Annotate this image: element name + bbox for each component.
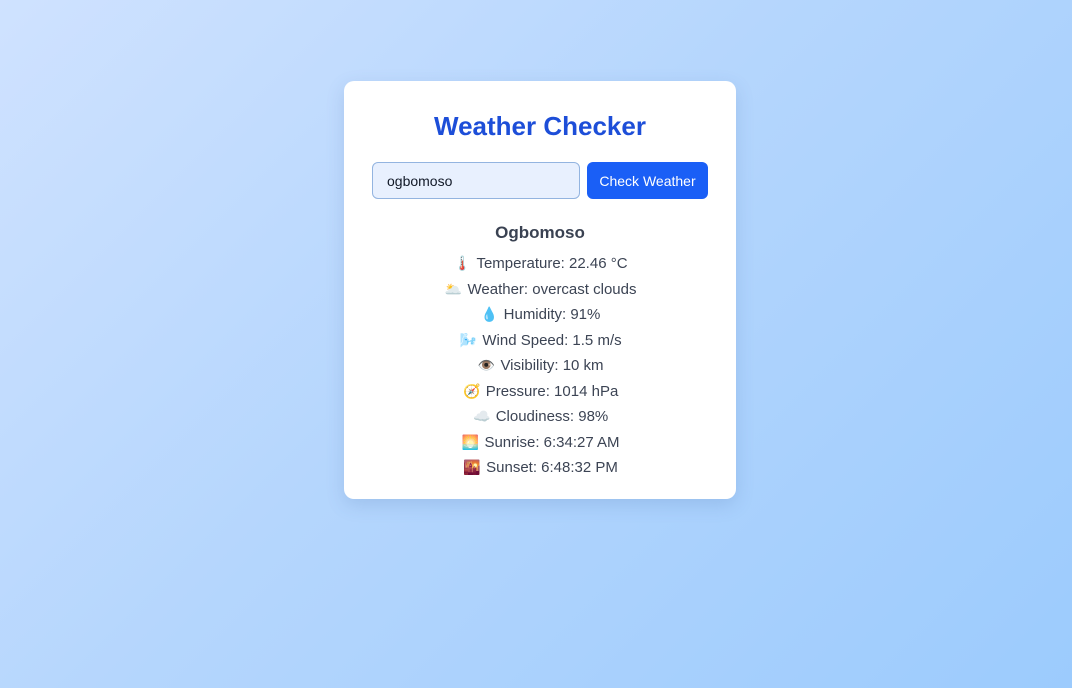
- wind-icon: 🌬️: [459, 331, 478, 348]
- cloud-sun-icon: 🌥️: [444, 280, 463, 297]
- detail-text: Pressure: 1014 hPa: [485, 382, 619, 400]
- detail-text: Visibility: 10 km: [500, 357, 604, 374]
- weather-card: Weather Checker Check Weather Ogbomoso 🌡…: [344, 81, 736, 499]
- sunrise-detail: 🌅 Sunrise: 6:34:27 AM: [372, 430, 708, 456]
- sunset-icon: 🌇: [463, 459, 481, 475]
- temperature-detail: 🌡️ Temperature: 22.46 °C: [372, 251, 708, 277]
- eye-icon: 👁️: [477, 357, 496, 373]
- detail-text: Weather: overcast clouds: [467, 280, 637, 298]
- wind-speed-detail: 🌬️ Wind Speed: 1.5 m/s: [372, 328, 708, 354]
- weather-detail: 🌥️ Weather: overcast clouds: [372, 277, 708, 303]
- detail-text: Cloudiness: 98%: [495, 408, 609, 425]
- detail-text: Wind Speed: 1.5 m/s: [482, 331, 622, 349]
- pressure-detail: 🧭 Pressure: 1014 hPa: [372, 379, 708, 405]
- search-row: Check Weather: [372, 162, 708, 199]
- cloud-icon: ☁️: [472, 408, 491, 424]
- sunset-detail: 🌇 Sunset: 6:48:32 PM: [372, 455, 708, 481]
- detail-text: Temperature: 22.46 °C: [476, 255, 628, 272]
- cloudiness-detail: ☁️ Cloudiness: 98%: [372, 404, 708, 430]
- visibility-detail: 👁️ Visibility: 10 km: [372, 353, 708, 379]
- check-weather-button[interactable]: Check Weather: [587, 162, 708, 199]
- thermometer-icon: 🌡️: [453, 255, 472, 271]
- droplet-icon: 💧: [480, 306, 499, 322]
- weather-result: Ogbomoso 🌡️ Temperature: 22.46 °C 🌥️ Weath…: [372, 221, 708, 481]
- compass-icon: 🧭: [462, 382, 481, 399]
- city-input[interactable]: [372, 162, 580, 199]
- detail-text: Sunrise: 6:34:27 AM: [484, 433, 620, 451]
- detail-text: Humidity: 91%: [503, 306, 601, 323]
- sunrise-icon: 🌅: [461, 433, 480, 450]
- page-title: Weather Checker: [434, 111, 646, 141]
- detail-text: Sunset: 6:48:32 PM: [486, 459, 618, 476]
- humidity-detail: 💧 Humidity: 91%: [372, 302, 708, 328]
- city-name: Ogbomoso: [495, 223, 585, 242]
